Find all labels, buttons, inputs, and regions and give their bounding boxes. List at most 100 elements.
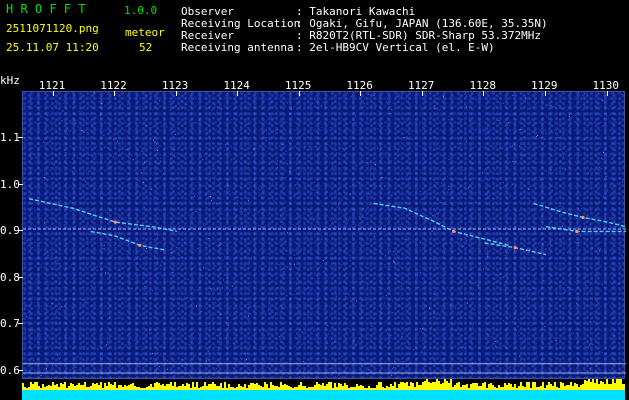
meteor-hotspot: [452, 229, 456, 233]
level-bar: [390, 384, 392, 390]
level-bar: [594, 383, 596, 390]
level-bar: [324, 386, 326, 390]
level-bar: [202, 386, 204, 390]
level-bar: [612, 378, 614, 390]
level-bar: [214, 384, 216, 390]
level-bar: [550, 384, 552, 390]
level-bar: [132, 383, 134, 390]
level-bar: [86, 387, 88, 390]
level-bar: [250, 383, 252, 390]
level-bar: [470, 384, 472, 390]
level-bar: [490, 383, 492, 390]
level-bar: [192, 382, 194, 390]
level-bar: [510, 384, 512, 390]
level-bar: [514, 384, 516, 390]
level-bar: [326, 384, 328, 390]
level-bar: [38, 386, 40, 390]
level-bar: [208, 384, 210, 390]
meteor-trace: [29, 198, 177, 233]
level-bar: [80, 385, 82, 390]
level-bar: [498, 385, 500, 390]
level-bar: [530, 388, 532, 390]
level-bar: [172, 386, 174, 390]
level-bar: [32, 384, 34, 390]
level-bar: [60, 383, 62, 390]
level-bar: [102, 388, 104, 390]
level-bar: [118, 385, 120, 390]
level-bar: [452, 387, 454, 390]
y-tick-label: 0.6: [0, 363, 20, 377]
level-bar: [504, 383, 506, 390]
level-bar: [46, 386, 48, 390]
level-bar: [362, 386, 364, 390]
level-bar: [198, 388, 200, 390]
level-bar: [58, 387, 60, 390]
level-bar: [68, 386, 70, 390]
level-bar: [274, 386, 276, 390]
level-bar: [308, 387, 310, 390]
level-bar: [100, 382, 102, 390]
level-bar: [252, 383, 254, 390]
level-bar: [578, 387, 580, 390]
level-bar: [74, 386, 76, 390]
level-bar: [436, 378, 438, 390]
level-bar: [298, 385, 300, 390]
level-bar: [460, 387, 462, 390]
level-bar: [122, 387, 124, 390]
level-bar: [426, 378, 428, 390]
level-bar: [500, 387, 502, 390]
app-version: 1.0.0: [124, 4, 158, 17]
level-bar: [290, 387, 292, 390]
level-bar: [320, 385, 322, 390]
level-bar: [458, 382, 460, 390]
x-tick-mark: [237, 91, 239, 96]
level-bar: [262, 387, 264, 390]
level-bar: [372, 388, 374, 390]
level-bar: [242, 387, 244, 390]
level-bar: [220, 383, 222, 390]
level-bar: [428, 382, 430, 390]
level-bar: [338, 383, 340, 390]
level-bar: [124, 385, 126, 390]
level-bar: [560, 382, 562, 390]
level-bar: [140, 388, 142, 390]
level-bar: [204, 382, 206, 390]
level-bar: [26, 388, 28, 390]
level-bar: [176, 387, 178, 390]
level-bar: [518, 386, 520, 390]
level-bar: [532, 382, 534, 390]
level-bar: [108, 382, 110, 390]
level-bar: [134, 386, 136, 390]
level-bar: [554, 382, 556, 390]
level-bar: [570, 382, 572, 390]
level-bar: [256, 383, 258, 390]
level-bar: [462, 385, 464, 390]
level-bar: [466, 384, 468, 390]
level-bar: [442, 383, 444, 390]
level-bar: [50, 386, 52, 390]
level-bar: [356, 384, 358, 390]
level-bar: [188, 384, 190, 390]
level-bar: [506, 385, 508, 390]
level-bar: [446, 381, 448, 390]
level-bar: [272, 385, 274, 390]
level-bar: [494, 387, 496, 390]
meteor-trace: [533, 202, 626, 228]
level-bar: [374, 388, 376, 390]
level-bar: [536, 387, 538, 390]
level-bar: [276, 386, 278, 390]
level-bar: [376, 385, 378, 390]
level-bar: [528, 382, 530, 390]
y-tick-mark: [18, 230, 23, 232]
level-bar: [286, 385, 288, 390]
level-bar: [312, 387, 314, 390]
level-bar: [614, 383, 616, 390]
level-bar: [240, 386, 242, 390]
level-bar: [480, 386, 482, 390]
level-bar: [380, 382, 382, 390]
level-bar: [364, 388, 366, 390]
level-bar: [82, 385, 84, 390]
y-axis-unit: kHz: [0, 74, 20, 87]
level-bar: [126, 386, 128, 390]
level-bar: [278, 387, 280, 390]
